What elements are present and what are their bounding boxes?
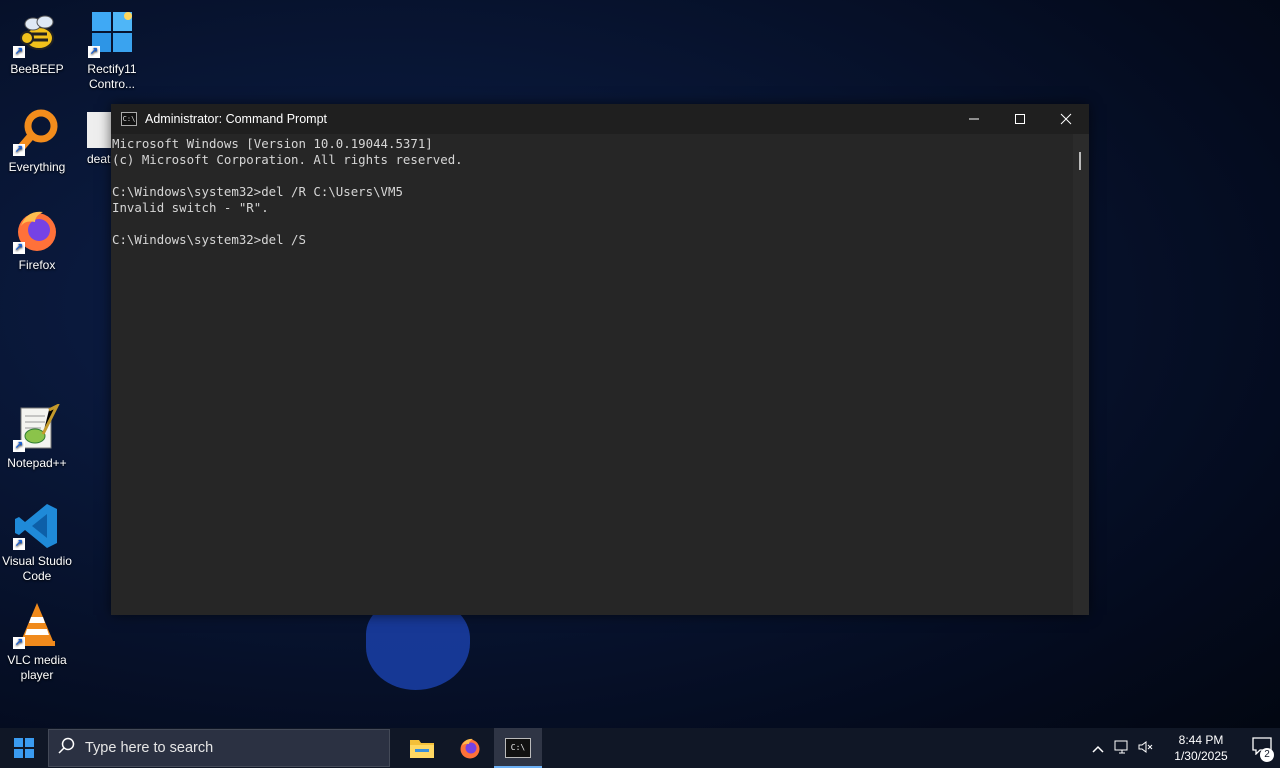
system-clock[interactable]: 8:44 PM 1/30/2025 [1166,732,1236,764]
desktop-icon-deat[interactable]: deat [75,112,111,167]
window-title: Administrator: Command Prompt [145,112,328,126]
cmd-icon: C:\ [121,112,137,126]
desktop-icon-notepadpp[interactable]: ↗ Notepad++ [0,402,74,471]
desktop-icon-label: Firefox [18,258,56,272]
desktop-icon-rectify11[interactable]: ↗ Rectify11 Contro... [75,10,149,92]
taskbar-file-explorer[interactable] [398,728,446,768]
desktop-icon-label: BeeBEEP [10,62,64,76]
desktop-icon-label: Notepad++ [7,456,67,470]
firefox-icon [460,738,480,759]
clock-time: 8:44 PM [1178,733,1224,747]
shortcut-arrow-icon: ↗ [13,637,25,649]
network-icon[interactable] [1110,740,1134,757]
desktop-icon-label: VLC media player [7,653,67,682]
volume-muted-icon[interactable] [1134,740,1158,757]
cmd-icon: C:\ [505,738,531,758]
notification-center-button[interactable]: 2 [1244,736,1280,762]
command-prompt-window[interactable]: C:\ Administrator: Command Prompt Micros… [111,104,1089,615]
desktop-icon-label: Rectify11 Contro... [87,62,137,91]
clock-date: 1/30/2025 [1174,749,1228,763]
desktop-icon-beebeep[interactable]: ↗ BeeBEEP [0,10,74,77]
desktop-icon-label: Visual Studio Code [2,554,72,583]
taskbar-command-prompt[interactable]: C:\ [494,728,542,768]
rectify11-icon: ↗ [88,10,136,58]
taskbar-firefox[interactable] [446,728,494,768]
minimize-button[interactable] [951,104,997,134]
minimize-icon [969,118,979,120]
notification-count-badge: 2 [1260,747,1274,762]
firefox-icon: ↗ [13,206,61,254]
desktop-icon-vlc[interactable]: ↗ VLC media player [0,601,74,683]
folder-icon [410,740,434,758]
shortcut-arrow-icon: ↗ [13,440,25,452]
shortcut-arrow-icon: ↗ [13,242,25,254]
search-placeholder: Type here to search [85,740,214,756]
close-icon [1060,113,1072,125]
desktop-icon-label: deat [87,152,111,166]
taskbar-search-box[interactable]: Type here to search [48,729,390,767]
vscode-icon: ↗ [13,502,61,550]
chevron-up-icon[interactable] [1086,741,1110,756]
search-icon [49,737,85,760]
taskbar: Type here to search C:\ 8:44 PM 1/30/202… [0,728,1280,768]
system-tray: 8:44 PM 1/30/2025 2 [1086,728,1280,768]
vlc-cone-icon: ↗ [13,601,61,649]
console-output[interactable]: Microsoft Windows [Version 10.0.19044.53… [111,134,1073,615]
beebeep-icon: ↗ [13,10,61,58]
shortcut-arrow-icon: ↗ [88,46,100,58]
desktop-icon-everything[interactable]: ↗ Everything [0,108,74,175]
vertical-scrollbar[interactable] [1073,134,1089,615]
desktop-icon-firefox[interactable]: ↗ Firefox [0,206,74,273]
file-icon [87,112,111,148]
maximize-button[interactable] [997,104,1043,134]
shortcut-arrow-icon: ↗ [13,538,25,550]
start-button[interactable] [0,728,48,768]
shortcut-arrow-icon: ↗ [13,46,25,58]
shortcut-arrow-icon: ↗ [13,144,25,156]
title-bar[interactable]: C:\ Administrator: Command Prompt [111,104,1089,134]
desktop-icon-label: Everything [8,160,66,174]
everything-search-icon: ↗ [13,108,61,156]
close-button[interactable] [1043,104,1089,134]
scrollbar-thumb[interactable] [1079,152,1081,170]
windows-logo-icon [14,738,34,758]
maximize-icon [1015,114,1025,124]
notepadpp-icon: ↗ [13,402,61,452]
desktop-icon-vscode[interactable]: ↗ Visual Studio Code [0,502,74,584]
